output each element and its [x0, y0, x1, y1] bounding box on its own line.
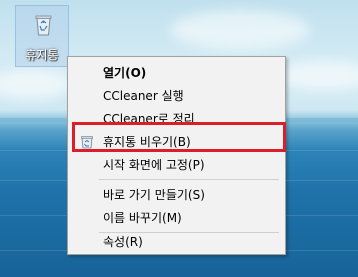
menu-item-rename[interactable]: 이름 바꾸기(M) — [70, 207, 283, 229]
menu-item-label: CCleaner 실행 — [103, 89, 184, 103]
cloud-decoration — [0, 70, 70, 100]
menu-item-open[interactable]: 열기(O) — [70, 62, 283, 84]
menu-item-ccleaner-run[interactable]: CCleaner 실행 — [70, 85, 283, 107]
menu-item-create-shortcut[interactable]: 바로 가기 만들기(S) — [70, 184, 283, 206]
recycle-bin-icon — [35, 15, 52, 36]
highlight-box — [72, 122, 286, 152]
cloud-decoration — [170, 10, 310, 50]
menu-item-pin-to-start[interactable]: 시작 화면에 고정(P) — [70, 154, 283, 176]
menu-item-label: 속성(R) — [103, 235, 143, 249]
menu-item-label: 시작 화면에 고정(P) — [103, 158, 205, 172]
desktop-icon-recycle-bin[interactable]: 휴지통 — [15, 5, 69, 67]
desktop-icon-label: 휴지통 — [25, 48, 59, 62]
cloud-decoration — [280, 60, 358, 90]
menu-item-label: 바로 가기 만들기(S) — [103, 188, 205, 202]
menu-item-label: 이름 바꾸기(M) — [103, 211, 182, 225]
menu-item-properties[interactable]: 속성(R) — [70, 231, 283, 253]
context-menu: 열기(O) CCleaner 실행 CCleaner로 정리 휴지통 비우기(B… — [67, 56, 286, 255]
menu-separator — [99, 179, 279, 180]
menu-item-label: 열기(O) — [103, 66, 147, 80]
